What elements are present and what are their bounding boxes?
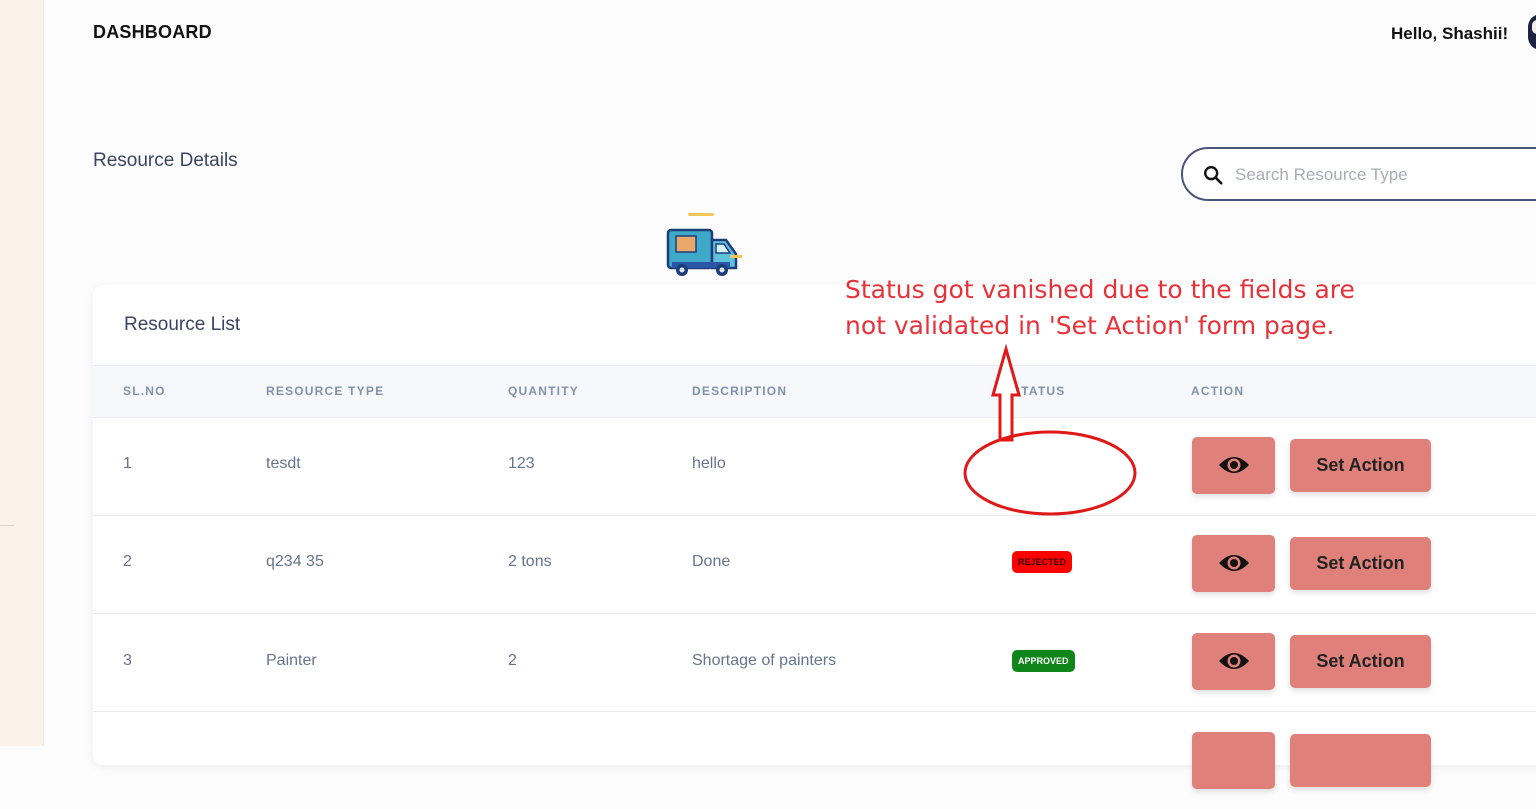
view-button[interactable] xyxy=(1192,732,1275,789)
page-title: Resource Details xyxy=(93,150,238,171)
eye-icon xyxy=(1219,555,1249,571)
column-header-action: ACTION xyxy=(1191,384,1245,398)
set-action-button[interactable]: Set Action xyxy=(1290,537,1431,590)
truck-illustration-icon xyxy=(666,213,742,276)
cell-quantity: 2 tons xyxy=(508,553,552,570)
eye-icon xyxy=(1219,653,1249,669)
status-badge-approved: APPROVED xyxy=(1012,650,1075,672)
user-greeting: Hello, Shashii! xyxy=(1391,24,1509,43)
annotation-line-1: Status got vanished due to the fields ar… xyxy=(845,275,1355,304)
column-header-slno: SL.NO xyxy=(123,384,166,398)
table-row: 3 Painter 2 Shortage of painters APPROVE… xyxy=(93,613,1536,712)
view-button[interactable] xyxy=(1192,633,1275,690)
set-action-button[interactable]: Set Action xyxy=(1290,439,1431,492)
table-header: SL.NO RESOURCE TYPE QUANTITY DESCRIPTION… xyxy=(93,365,1536,418)
search-icon xyxy=(1204,166,1223,185)
cell-quantity: 123 xyxy=(508,455,535,472)
avatar[interactable] xyxy=(1528,14,1536,50)
cell-description: Done xyxy=(692,553,731,570)
annotation-line-2: not validated in 'Set Action' form page. xyxy=(845,311,1335,340)
sidebar xyxy=(0,0,44,746)
cell-resource-type: Painter xyxy=(266,652,317,669)
annotation-note: Status got vanished due to the fields ar… xyxy=(845,272,1365,344)
cell-slno: 2 xyxy=(123,553,132,570)
column-header-description: DESCRIPTION xyxy=(692,384,788,398)
status-badge-rejected: REJECTED xyxy=(1012,551,1073,573)
resource-list-card: Resource List SL.NO RESOURCE TYPE QUANTI… xyxy=(93,285,1536,789)
set-action-button[interactable]: Set Action xyxy=(1290,635,1431,688)
column-header-resource-type: RESOURCE TYPE xyxy=(266,384,385,398)
cell-slno: 1 xyxy=(123,455,132,472)
eye-icon xyxy=(1219,457,1249,473)
cell-slno: 3 xyxy=(123,652,132,669)
cell-resource-type: q234 35 xyxy=(266,553,324,570)
table-row: 2 q234 35 2 tons Done REJECTED Set Actio… xyxy=(93,515,1536,614)
search-input[interactable] xyxy=(1233,161,1536,189)
column-header-status: STATUS xyxy=(1012,384,1066,398)
cell-resource-type: tesdt xyxy=(266,455,301,472)
card-title: Resource List xyxy=(124,314,241,335)
cell-description: hello xyxy=(692,455,726,472)
cell-quantity: 2 xyxy=(508,652,517,669)
table-row xyxy=(93,711,1536,809)
column-header-quantity: QUANTITY xyxy=(508,384,579,398)
search-box[interactable] xyxy=(1181,147,1536,201)
cell-description: Shortage of painters xyxy=(692,652,837,669)
view-button[interactable] xyxy=(1192,535,1275,592)
sidebar-divider xyxy=(0,525,14,526)
dashboard-title: DASHBOARD xyxy=(93,22,212,42)
table-row: 1 tesdt 123 hello Set Action xyxy=(93,417,1536,516)
view-button[interactable] xyxy=(1192,437,1275,494)
set-action-button[interactable] xyxy=(1290,734,1431,787)
